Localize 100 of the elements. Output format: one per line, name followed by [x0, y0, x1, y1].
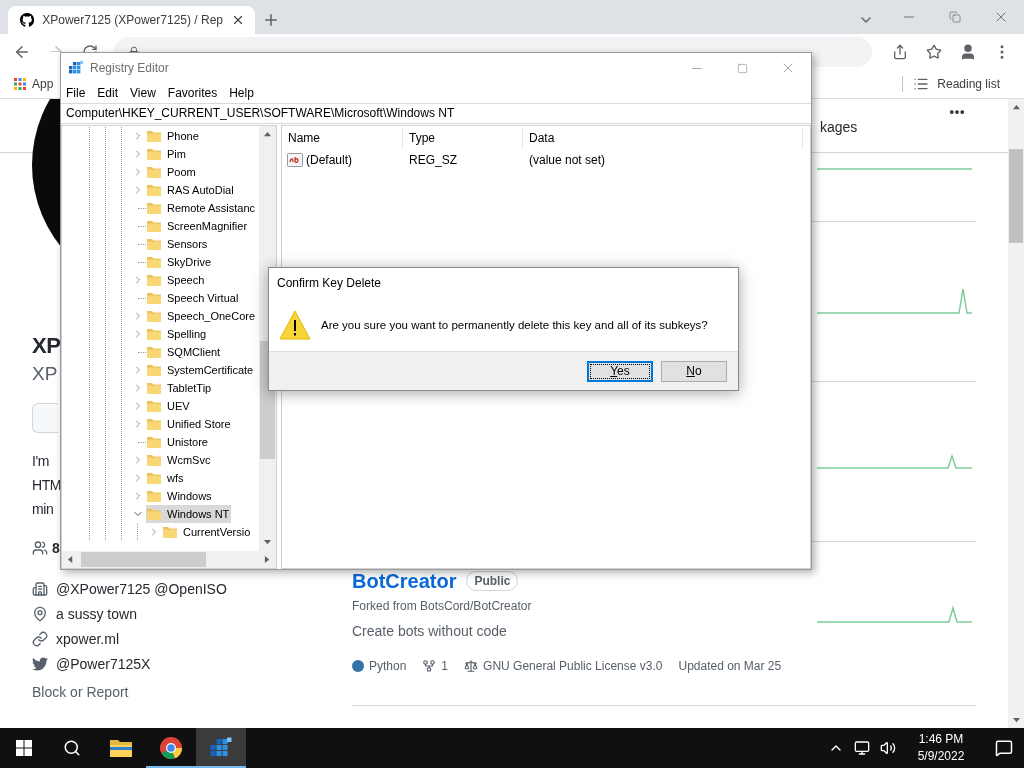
menu-item[interactable]: View [125, 83, 162, 103]
tree-item[interactable]: TabletTip [146, 379, 214, 397]
followers-count[interactable]: 8 [52, 540, 60, 556]
folder-icon [146, 398, 162, 414]
person-icon[interactable] [959, 43, 977, 61]
folder-icon [146, 200, 162, 216]
tree-item[interactable]: Poom [146, 163, 198, 181]
down-arrow-icon[interactable] [264, 539, 271, 546]
language-text: Python [369, 658, 407, 675]
tree-item[interactable]: Windows [146, 487, 214, 505]
tree-item[interactable]: CurrentVersio [162, 523, 253, 541]
search-icon[interactable] [63, 739, 81, 757]
menu-item[interactable]: Edit [92, 83, 125, 103]
menu-item[interactable]: File [61, 83, 92, 103]
value-type: REG_SZ [409, 153, 457, 167]
warning-icon [279, 310, 311, 340]
scrollbar-thumb[interactable] [1009, 149, 1023, 243]
maximize-icon[interactable] [736, 62, 748, 74]
block-report-link[interactable]: Block or Report [32, 682, 129, 702]
right-arrow-icon[interactable] [264, 556, 271, 563]
column-header[interactable]: Type [403, 129, 523, 148]
folder-icon [146, 164, 162, 180]
down-arrow-icon[interactable] [1012, 716, 1020, 724]
fork-count[interactable]: 1 [441, 657, 449, 675]
folder-icon [146, 488, 162, 504]
folder-icon [146, 254, 162, 270]
folder-icon [146, 182, 162, 198]
menu-item[interactable]: Favorites [162, 83, 224, 103]
tree-item[interactable]: Speech [146, 271, 207, 289]
folder-icon [146, 326, 162, 342]
folder-icon [146, 146, 162, 162]
follow-button[interactable] [32, 403, 58, 433]
up-arrow-icon[interactable] [1012, 103, 1020, 111]
forked-from-text: Forked from BotsCord/BotCreator [352, 598, 532, 615]
scrollbar-thumb[interactable] [81, 552, 206, 567]
dialog-button[interactable]: No [661, 360, 727, 382]
browser-logo-icon [159, 736, 183, 760]
bird-icon [32, 655, 48, 672]
list-icon [913, 76, 930, 92]
bio-text: HTM [32, 476, 62, 495]
folder-icon [146, 380, 162, 396]
tree-item[interactable]: Unified Store [146, 415, 233, 433]
clock[interactable]: 1:46 PM 5/9/2022 [904, 731, 978, 765]
tree-item[interactable]: RAS AutoDial [146, 181, 236, 199]
tree-item[interactable]: Speech_OneCore [146, 307, 258, 325]
nav-tab[interactable]: kages [820, 119, 858, 135]
folder-icon [146, 272, 162, 288]
tree-item[interactable]: Unistore [146, 433, 210, 451]
registry-path[interactable]: Computer\HKEY_CURRENT_USER\SOFTWARE\Microsoft\Windows NT [61, 103, 811, 124]
notification-icon[interactable] [995, 739, 1013, 757]
tree-item[interactable]: SQMClient [146, 343, 223, 361]
repo-name-link[interactable]: BotCreator [352, 569, 457, 593]
tree-item[interactable]: wfs [146, 469, 186, 487]
bio-text: I'm [32, 452, 50, 471]
windows-logo-icon [16, 740, 32, 756]
registry-icon [68, 60, 84, 76]
share-icon[interactable] [892, 44, 908, 60]
value-name: (Default) [306, 153, 352, 167]
reading-list-button[interactable]: Reading list [913, 76, 1010, 92]
tree-item[interactable]: Pim [146, 145, 188, 163]
tree-item[interactable]: ScreenMagnifier [146, 217, 250, 235]
bio-text: min [32, 500, 54, 519]
profile-username: XP [32, 362, 58, 386]
folder-icon [162, 524, 178, 540]
apps-link[interactable]: App [14, 77, 54, 91]
plus-icon[interactable] [262, 11, 280, 29]
browser-tab[interactable]: XPower7125 (XPower7125) / Rep [8, 6, 255, 34]
column-header[interactable]: Data [523, 129, 803, 148]
up-arrow-icon[interactable] [264, 131, 271, 138]
star-icon[interactable] [926, 44, 942, 60]
taskbar-app-button[interactable] [196, 728, 246, 768]
column-header[interactable]: Name [282, 129, 403, 148]
tree-item[interactable]: Sensors [146, 235, 210, 253]
page-scrollbar[interactable] [1008, 99, 1024, 728]
repo-description: Create bots without code [352, 622, 507, 641]
tree-item[interactable]: SkyDrive [146, 253, 213, 271]
tree-item[interactable]: Spelling [146, 325, 209, 343]
close-tab-button[interactable] [231, 13, 245, 27]
menu-item[interactable]: Help [224, 83, 260, 103]
profile-name: XP [32, 332, 61, 360]
folder-icon [146, 308, 162, 324]
tree-item[interactable]: WcmSvc [146, 451, 213, 469]
folder-icon [146, 128, 162, 144]
network-icon[interactable] [854, 740, 870, 756]
folder-icon [146, 416, 162, 432]
tree-item[interactable]: SystemCertificate [146, 361, 256, 379]
dialog-button[interactable]: Yes [587, 360, 653, 382]
folder-icon [146, 218, 162, 234]
folder-icon [146, 344, 162, 360]
tree-item[interactable]: Phone [146, 127, 201, 145]
folder-icon [146, 434, 162, 450]
volume-icon[interactable] [880, 740, 896, 756]
horizontal-scrollbar[interactable] [62, 551, 276, 568]
restore-icon[interactable] [949, 11, 961, 23]
profile-detail[interactable]: xpower.ml [56, 630, 120, 647]
left-arrow-icon[interactable] [67, 556, 74, 563]
tree-item[interactable]: Windows NT [146, 505, 232, 523]
tree-item[interactable]: Speech Virtual [146, 289, 241, 307]
tree-item[interactable]: UEV [146, 397, 192, 415]
tree-item[interactable]: Remote Assistanc [146, 199, 258, 217]
